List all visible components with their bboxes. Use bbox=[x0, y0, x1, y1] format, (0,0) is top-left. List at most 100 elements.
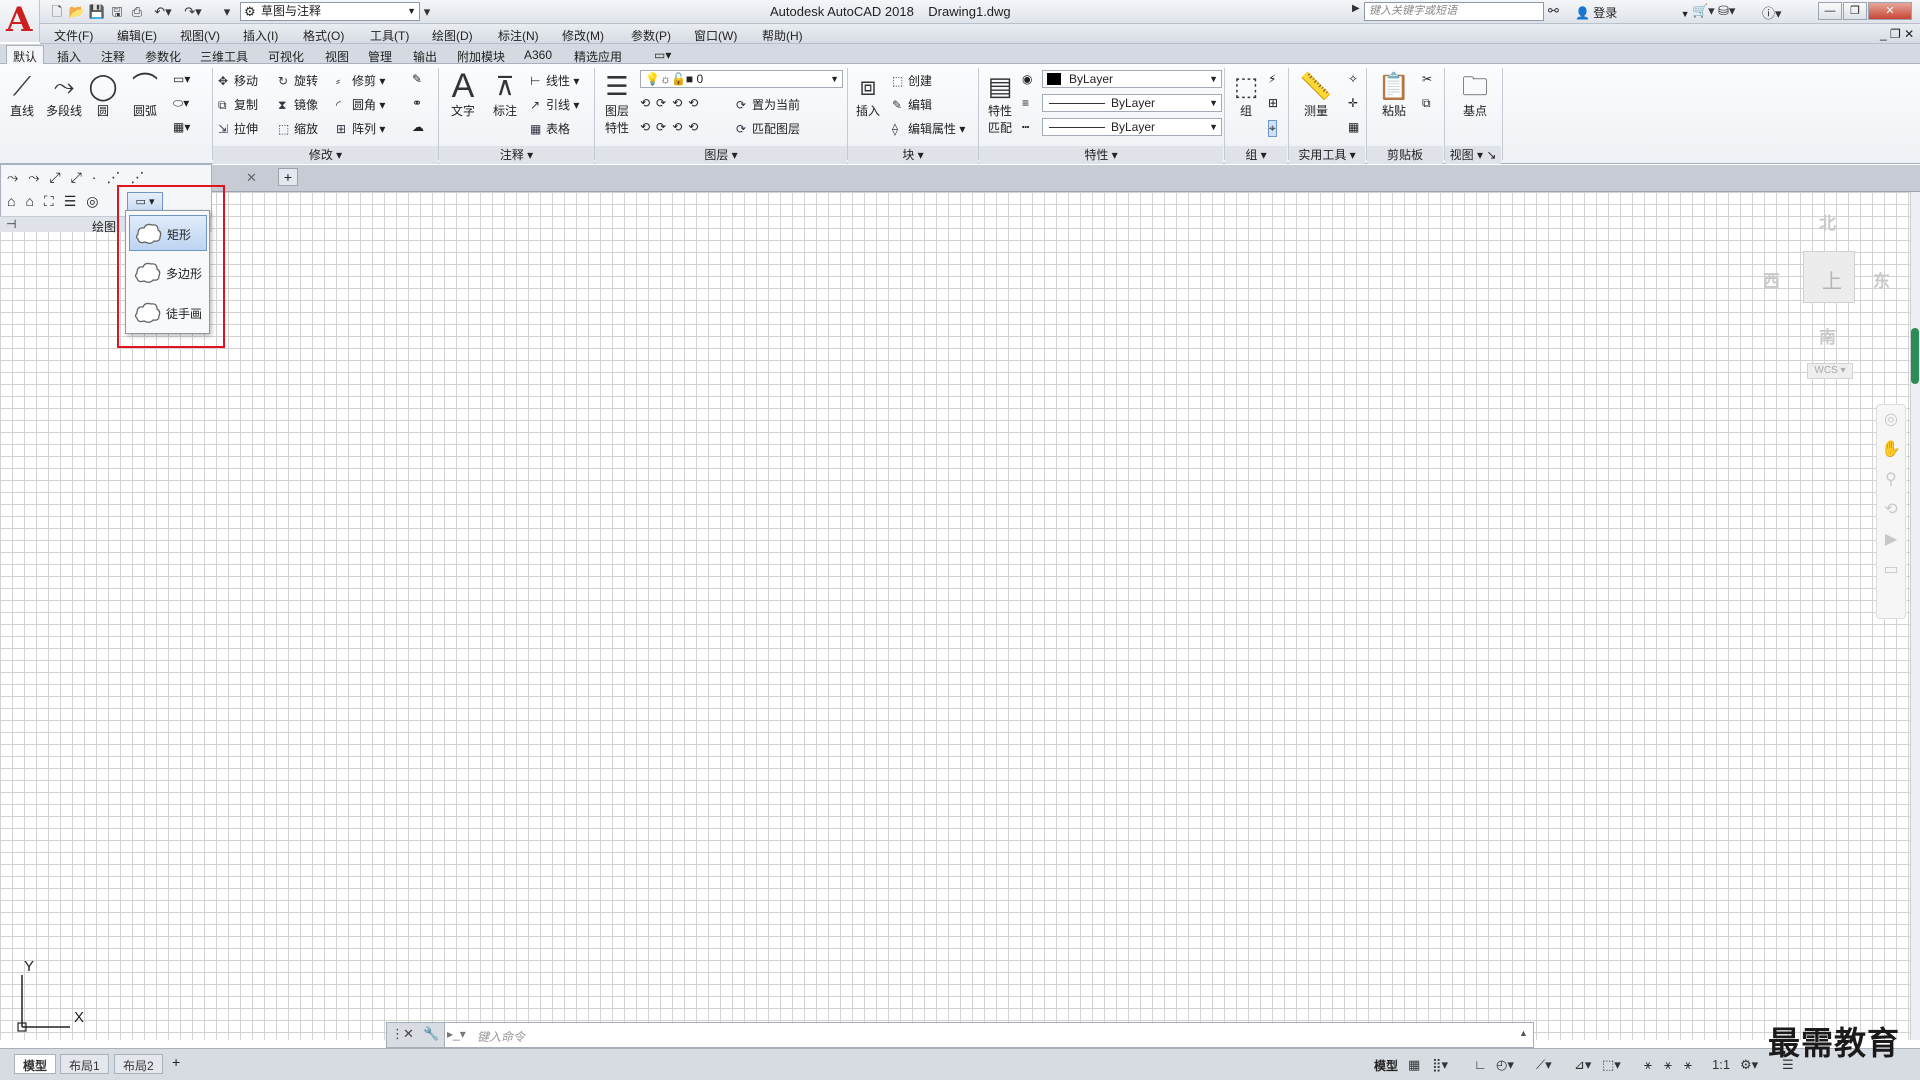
object-snap-icon[interactable]: ⊿▾ bbox=[1574, 1057, 1591, 1073]
wcs-menu[interactable]: WCS ▾ bbox=[1807, 363, 1853, 379]
draw-extra-row-1[interactable]: ⤳⤳⤢⤢·⋰⋰ bbox=[7, 169, 154, 186]
menu-format[interactable]: 格式(O) bbox=[303, 27, 344, 44]
layer-tools-row-1[interactable]: ⟲⟳⟲⟲ bbox=[640, 96, 704, 110]
block-panel-title[interactable]: 块 ▾ bbox=[848, 146, 978, 164]
vertical-scrollbar[interactable] bbox=[1910, 192, 1920, 1040]
redo-icon[interactable]: ↷▾ bbox=[180, 3, 206, 21]
zoom-icon[interactable]: ⚲ bbox=[1877, 465, 1905, 495]
search-expand-icon[interactable]: ▶ bbox=[1352, 3, 1360, 14]
steering-wheel-icon[interactable]: ◎ bbox=[1877, 405, 1905, 435]
insert-block-button[interactable]: ⧈ 插入 bbox=[848, 70, 888, 119]
arc-button[interactable]: ⌒ 圆弧 bbox=[125, 70, 165, 119]
qat-dropdown-icon[interactable]: ▾ bbox=[218, 3, 236, 21]
leader-button[interactable]: ↗ 引线 ▾ bbox=[530, 96, 579, 113]
nav-close-icon[interactable]: ▭ bbox=[1877, 555, 1905, 585]
groups-panel-title[interactable]: 组 ▾ bbox=[1225, 146, 1287, 164]
pin-icon[interactable]: ⊣ bbox=[6, 217, 16, 231]
ortho-icon[interactable]: ∟ bbox=[1474, 1057, 1487, 1072]
tab-annotate[interactable]: 注释 bbox=[101, 48, 125, 65]
viewcube-north[interactable]: 北 bbox=[1819, 209, 1836, 234]
print-icon[interactable]: ⎙ bbox=[128, 3, 146, 21]
viewcube-south[interactable]: 南 bbox=[1819, 323, 1836, 348]
paste-button[interactable]: 📋 粘贴 bbox=[1374, 70, 1414, 119]
dimension-button[interactable]: ⊼ 标注 bbox=[485, 70, 525, 119]
match-properties-button[interactable]: ▤ 特性 匹配 bbox=[980, 70, 1020, 136]
menu-window[interactable]: 窗口(W) bbox=[694, 27, 737, 44]
layer-properties-button[interactable]: ☰ 图层 特性 bbox=[597, 70, 637, 136]
menu-file[interactable]: 文件(F) bbox=[54, 27, 93, 44]
draw-extra-row-2[interactable]: ⌂⌂⛶☰◎ bbox=[7, 193, 108, 210]
copy-button[interactable]: ⧉ 复制 bbox=[218, 96, 258, 113]
tab-manage[interactable]: 管理 bbox=[368, 48, 392, 65]
viewcube-top-face[interactable]: 上 bbox=[1803, 251, 1855, 303]
model-space-toggle[interactable]: 模型 bbox=[1374, 1057, 1398, 1074]
tab-layout2[interactable]: 布局2 bbox=[114, 1054, 163, 1074]
menu-modify[interactable]: 修改(M) bbox=[562, 27, 604, 44]
edit-attributes-button[interactable]: ⟠ 编辑属性 ▾ bbox=[892, 120, 965, 137]
copy-clip-icon[interactable]: ⧉ bbox=[1422, 96, 1431, 111]
base-view-button[interactable]: 🗀 基点 bbox=[1455, 70, 1495, 119]
line-button[interactable]: ⟋ 直线 bbox=[2, 70, 42, 119]
layer-tools-row-2[interactable]: ⟲⟳⟲⟲ bbox=[640, 120, 704, 134]
help-icon[interactable]: ⓘ▾ bbox=[1762, 3, 1782, 22]
application-menu-button[interactable]: A bbox=[0, 0, 40, 42]
lineweight-dropdown[interactable]: ByLayer ▼ bbox=[1042, 118, 1222, 136]
snap-icon[interactable]: ⣿▾ bbox=[1432, 1057, 1448, 1073]
workspace-switch-icon[interactable]: ⚙▾ bbox=[1740, 1057, 1758, 1073]
save-as-icon[interactable]: 🖫 bbox=[108, 3, 126, 21]
group-edit-icon[interactable]: ⊞ bbox=[1268, 96, 1278, 110]
login-button[interactable]: 👤 登录 ▼ bbox=[1575, 4, 1690, 21]
tab-output[interactable]: 输出 bbox=[413, 48, 437, 65]
scrollbar-thumb[interactable] bbox=[1911, 328, 1919, 384]
array-button[interactable]: ⊞ 阵列 ▾ bbox=[336, 120, 385, 137]
close-button[interactable]: ✕ bbox=[1868, 2, 1912, 20]
maximize-button[interactable]: ❐ bbox=[1843, 2, 1867, 20]
tab-a360[interactable]: A360 bbox=[524, 48, 552, 62]
tab-visualize[interactable]: 可视化 bbox=[268, 48, 304, 65]
quick-select-icon[interactable]: ✧ bbox=[1348, 72, 1358, 86]
fillet-button[interactable]: ◜ 圆角 ▾ bbox=[336, 96, 385, 113]
ungroup-icon[interactable]: ⚡ bbox=[1268, 72, 1276, 86]
properties-panel-title[interactable]: 特性 ▾ bbox=[979, 146, 1223, 164]
tab-addins[interactable]: 附加模块 bbox=[457, 48, 505, 65]
scale-button[interactable]: ⬚ 缩放 bbox=[278, 120, 318, 137]
tab-model[interactable]: 模型 bbox=[14, 1054, 57, 1074]
tab-featured-apps[interactable]: 精选应用 bbox=[574, 48, 622, 65]
ribbon-toggle-icon[interactable]: ▭▾ bbox=[654, 48, 671, 62]
recent-commands-icon[interactable]: ▸_▾ bbox=[447, 1027, 466, 1041]
mirror-button[interactable]: ⧗ 镜像 bbox=[278, 96, 318, 113]
a360-icon[interactable]: ⛁▾ bbox=[1718, 3, 1735, 19]
tab-home[interactable]: 默认 bbox=[6, 45, 45, 65]
clipboard-panel-title[interactable]: 剪贴板 bbox=[1367, 146, 1443, 164]
group-button[interactable]: ⬚ 组 bbox=[1226, 70, 1266, 119]
match-layer-button[interactable]: ⟳ 匹配图层 bbox=[736, 120, 800, 137]
menu-insert[interactable]: 插入(I) bbox=[243, 27, 278, 44]
workspace-selector[interactable]: ⚙ 草图与注释 ▼ bbox=[240, 2, 420, 21]
annotation-scale-value[interactable]: 1:1 bbox=[1712, 1057, 1730, 1072]
new-tab-icon[interactable]: + bbox=[278, 168, 298, 186]
menu-help[interactable]: 帮助(H) bbox=[762, 27, 803, 44]
cut-icon[interactable]: ✂ bbox=[1422, 72, 1432, 86]
annotation-panel-title[interactable]: 注释 ▾ bbox=[439, 146, 594, 164]
linear-button[interactable]: ⊢ 线性 ▾ bbox=[530, 72, 579, 89]
isodraft-icon[interactable]: ⟋▾ bbox=[1536, 1057, 1552, 1073]
doc-minimize-icon[interactable]: _ ❐ ✕ bbox=[1880, 27, 1914, 41]
stretch-button[interactable]: ⇲ 拉伸 bbox=[218, 120, 258, 137]
annotation-scale-icon[interactable]: ⚹ bbox=[1644, 1057, 1652, 1073]
trim-button[interactable]: ⸗ 修剪 ▾ bbox=[336, 72, 385, 89]
tab-insert[interactable]: 插入 bbox=[57, 48, 81, 65]
point-icon[interactable]: ✛ bbox=[1348, 96, 1358, 110]
save-icon[interactable]: 💾 bbox=[88, 3, 106, 21]
command-input[interactable]: 键入命令 bbox=[477, 1028, 525, 1045]
showmotion-icon[interactable]: ▶ bbox=[1877, 525, 1905, 555]
edit-block-button[interactable]: ✎ 编辑 bbox=[892, 96, 932, 113]
customize-qat-icon[interactable]: ▾ bbox=[420, 3, 434, 21]
command-history-icon[interactable]: ▲ bbox=[1519, 1028, 1528, 1038]
open-file-icon[interactable]: 📂 bbox=[68, 3, 86, 21]
polar-icon[interactable]: ◴▾ bbox=[1496, 1057, 1514, 1073]
offset-icon[interactable]: ☁ bbox=[412, 120, 424, 134]
auto-scale-icon[interactable]: ⚹ bbox=[1684, 1057, 1692, 1073]
set-current-button[interactable]: ⟳ 置为当前 bbox=[736, 96, 800, 113]
linetype-dropdown[interactable]: ByLayer ▼ bbox=[1042, 94, 1222, 112]
calculator-icon[interactable]: ▦ bbox=[1348, 120, 1359, 134]
